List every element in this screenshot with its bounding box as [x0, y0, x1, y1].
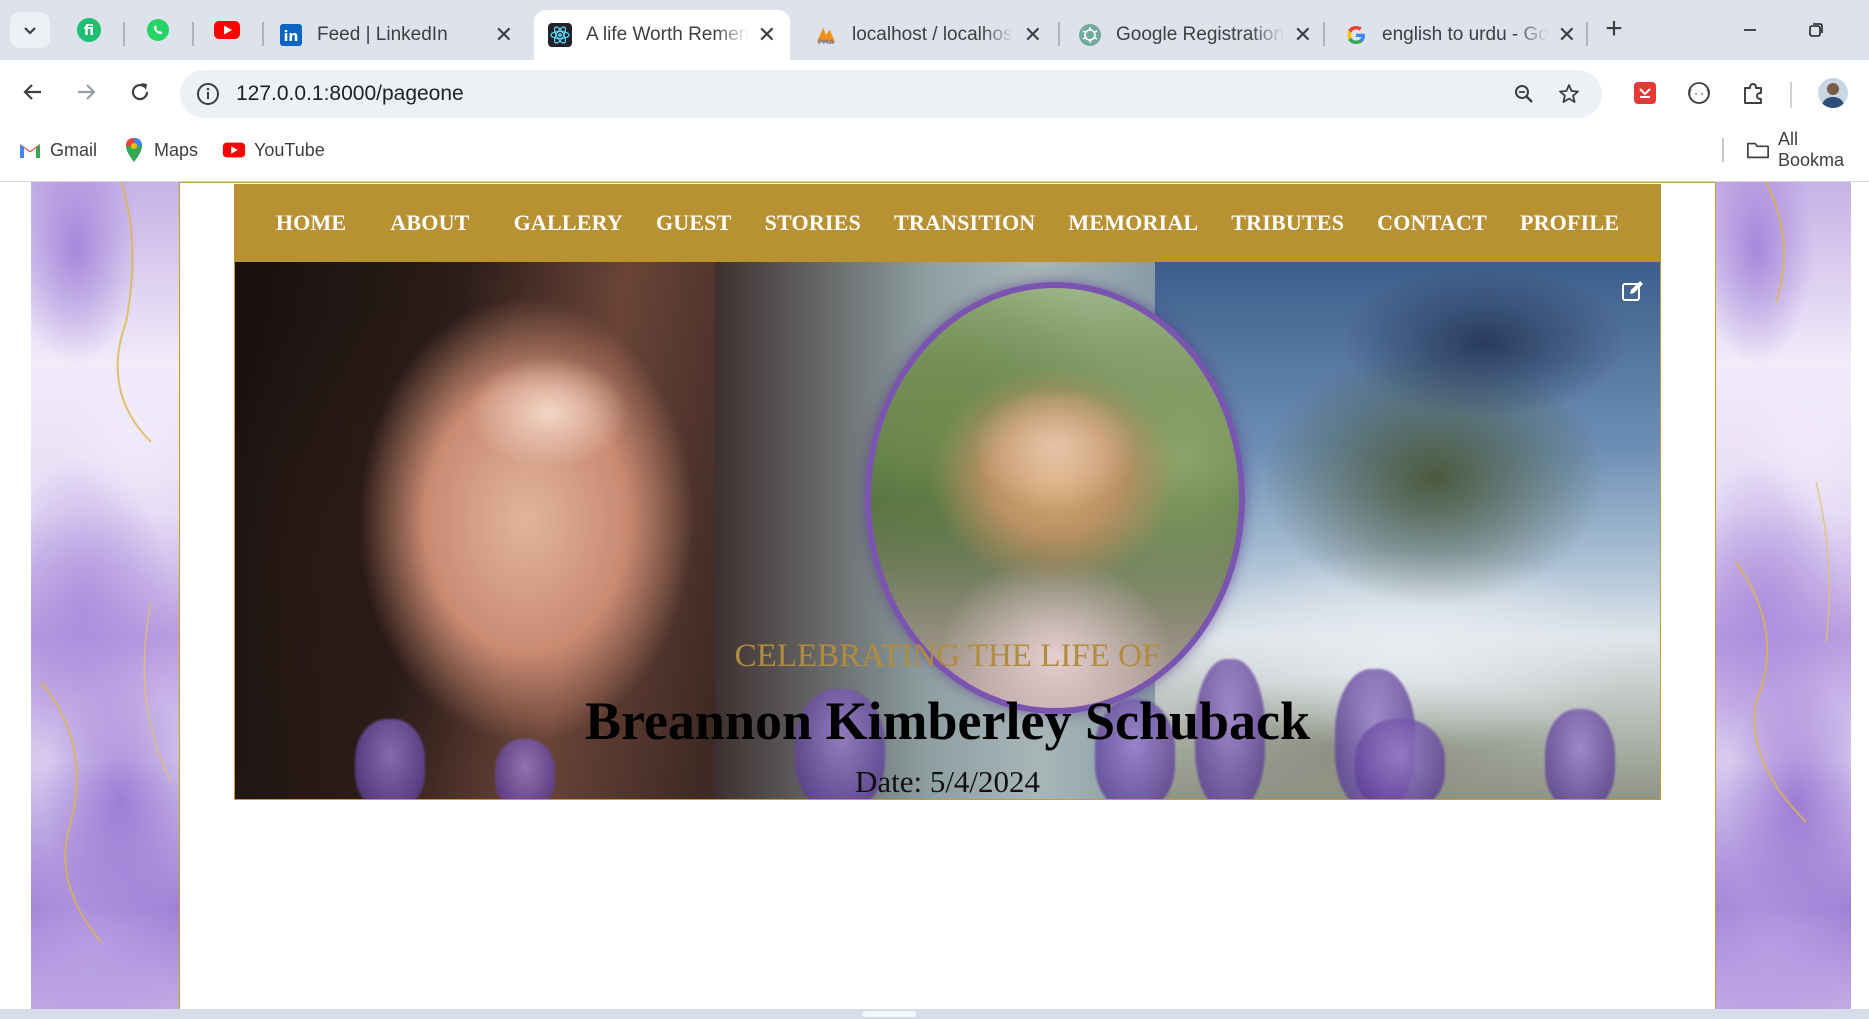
youtube-icon — [222, 138, 246, 162]
tab-title: english to urdu - Go — [1382, 24, 1548, 45]
svg-text:in: in — [284, 29, 299, 45]
tab-chatgpt[interactable]: Google Registration ✕ — [1064, 10, 1326, 60]
address-bar[interactable]: 127.0.0.1:8000/pageone — [180, 70, 1602, 118]
svg-text:PMA: PMA — [818, 38, 834, 46]
profile-avatar[interactable] — [1818, 78, 1848, 108]
celebrating-heading: CELEBRATING THE LIFE OF — [734, 638, 1161, 674]
zoom-button[interactable] — [1510, 80, 1538, 108]
tab-title: Feed | LinkedIn — [317, 24, 448, 45]
close-icon[interactable]: ✕ — [758, 22, 776, 48]
nav-profile[interactable]: PROFILE — [1520, 210, 1619, 236]
google-icon — [1344, 23, 1368, 47]
bookmark-label: Gmail — [50, 139, 98, 160]
pinned-tab-youtube[interactable] — [211, 14, 243, 46]
bookmark-gmail[interactable]: Gmail — [18, 136, 97, 164]
bookmark-label: All Bookma — [1778, 129, 1845, 170]
tab-linkedin[interactable]: in Feed | LinkedIn ✕ — [265, 10, 527, 60]
code-braces-icon: {··} — [1687, 82, 1711, 104]
arrow-right-icon — [78, 84, 96, 100]
arrow-left-icon — [23, 84, 41, 100]
back-button[interactable] — [15, 74, 51, 110]
maps-icon — [122, 138, 146, 162]
bookmark-label: Maps — [154, 139, 199, 160]
site-navigation: HOME ABOUT GALLERY GUEST STORIES TRANSIT… — [234, 184, 1661, 262]
linkedin-icon: in — [279, 23, 303, 47]
nav-stories[interactable]: STORIES — [765, 210, 861, 236]
nav-about[interactable]: ABOUT — [390, 210, 469, 236]
toolbar-separator — [1790, 82, 1792, 108]
reload-button[interactable] — [122, 74, 158, 110]
close-icon[interactable]: ✕ — [1024, 22, 1042, 48]
close-icon[interactable]: ✕ — [495, 22, 513, 48]
nav-home[interactable]: HOME — [276, 210, 346, 236]
edit-icon[interactable] — [1620, 278, 1646, 304]
nav-tributes[interactable]: TRIBUTES — [1231, 210, 1344, 236]
tab-title: localhost / localhost — [852, 24, 1014, 45]
gmail-icon — [18, 138, 42, 162]
memorial-date: Date: 5/4/2024 — [854, 764, 1041, 799]
svg-text:{··}: {··} — [1687, 89, 1711, 100]
react-icon — [548, 23, 572, 47]
tab-search-button[interactable] — [10, 12, 50, 48]
fiverr-icon: fi — [77, 18, 101, 42]
folder-icon — [1746, 138, 1770, 162]
new-tab-button[interactable]: + — [1598, 14, 1630, 46]
whatsapp-icon — [147, 19, 169, 41]
watercolor-border-left — [31, 182, 180, 1009]
tab-separator — [192, 22, 194, 46]
pinned-tab-fiverr[interactable]: fi — [73, 14, 105, 46]
close-icon[interactable]: ✕ — [1294, 22, 1312, 48]
tab-title: Google Registration — [1116, 24, 1284, 45]
tab-separator — [1586, 22, 1588, 46]
bookmark-maps[interactable]: Maps — [122, 136, 198, 164]
nav-contact[interactable]: CONTACT — [1377, 210, 1487, 236]
restore-icon — [1809, 23, 1823, 37]
bookmark-label: YouTube — [254, 139, 325, 160]
nav-guest[interactable]: GUEST — [656, 210, 732, 236]
tab-separator — [1058, 22, 1060, 46]
tab-memorial[interactable]: A life Worth Remem ✕ — [534, 10, 790, 60]
close-icon[interactable]: ✕ — [1558, 22, 1576, 48]
nav-memorial[interactable]: MEMORIAL — [1068, 210, 1198, 236]
star-icon — [1559, 84, 1579, 103]
minimize-icon — [1744, 29, 1756, 31]
tab-title: A life Worth Remem — [586, 24, 748, 45]
extensions-menu-button[interactable] — [1738, 78, 1768, 108]
puzzle-icon — [1744, 83, 1762, 104]
tab-separator — [1323, 22, 1325, 46]
bookmark-star-button[interactable] — [1555, 80, 1583, 108]
bookmarks-separator — [1722, 138, 1724, 162]
svg-text:fi: fi — [84, 23, 94, 39]
horizontal-scrollbar[interactable] — [0, 1009, 1869, 1019]
youtube-icon — [214, 21, 240, 39]
tab-separator — [262, 22, 264, 46]
tab-google-translate[interactable]: english to urdu - Go ✕ — [1330, 10, 1590, 60]
page-viewport: HOME ABOUT GALLERY GUEST STORIES TRANSIT… — [0, 182, 1869, 1009]
url-text[interactable]: 127.0.0.1:8000/pageone — [236, 82, 464, 106]
deceased-name: Breannon Kimberley Schuback — [584, 691, 1311, 751]
phpmyadmin-icon: PMA — [814, 23, 838, 47]
chatgpt-icon — [1078, 23, 1102, 47]
all-bookmarks-button[interactable]: All Bookma — [1746, 129, 1869, 170]
watercolor-border-right — [1716, 182, 1851, 1009]
minimize-button[interactable] — [1730, 12, 1770, 48]
extension-button[interactable] — [1630, 78, 1660, 108]
extension-button[interactable]: {··} — [1684, 78, 1714, 108]
scrollbar-thumb[interactable] — [862, 1011, 916, 1017]
bookmark-youtube[interactable]: YouTube — [222, 136, 325, 164]
nav-gallery[interactable]: GALLERY — [514, 210, 623, 236]
site-info-icon[interactable] — [195, 81, 221, 107]
tab-phpmyadmin[interactable]: PMA localhost / localhost ✕ — [800, 10, 1056, 60]
avatar-icon — [1821, 83, 1845, 108]
tab-strip: fi in Feed | LinkedIn ✕ A life Worth Rem… — [0, 0, 1869, 60]
restore-button[interactable] — [1796, 12, 1836, 48]
pinned-tab-whatsapp[interactable] — [142, 14, 174, 46]
tab-separator — [123, 22, 125, 46]
forward-button[interactable] — [68, 74, 104, 110]
reload-icon — [131, 83, 149, 101]
zoom-icon — [1515, 85, 1533, 103]
extension-red-icon — [1634, 82, 1656, 104]
chevron-down-icon — [24, 27, 36, 35]
nav-transition[interactable]: TRANSITION — [894, 210, 1035, 236]
